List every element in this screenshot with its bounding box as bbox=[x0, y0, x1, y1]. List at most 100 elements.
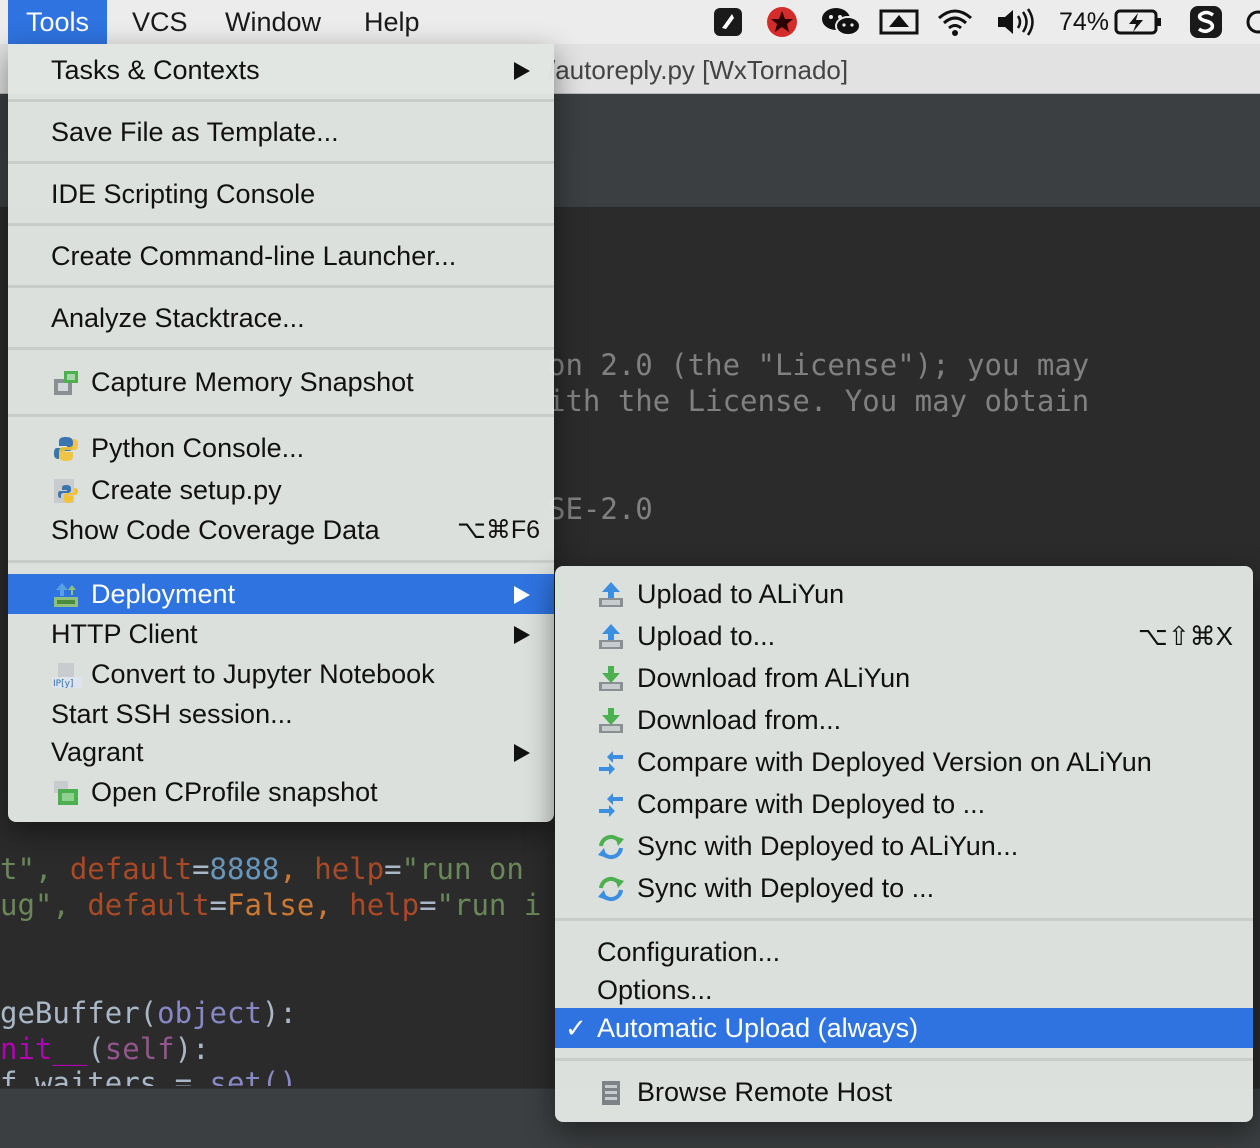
overflow-status-icon[interactable] bbox=[1244, 0, 1260, 44]
code-line: f.waiters = set() bbox=[0, 1068, 297, 1086]
menu-item-configuration[interactable]: Configuration... bbox=[555, 932, 1253, 972]
menu-window[interactable]: Window bbox=[207, 0, 339, 44]
compare-arrows-icon bbox=[597, 790, 625, 818]
menu-item-label: Browse Remote Host bbox=[637, 1077, 893, 1107]
menu-item-options[interactable]: Options... bbox=[555, 970, 1253, 1010]
code-token: "run i bbox=[436, 888, 542, 922]
deployment-submenu: Upload to ALiYun Upload to... ⌥⇧⌘X Downl… bbox=[555, 566, 1253, 1122]
wifi-icon[interactable] bbox=[934, 0, 976, 44]
compare-arrows-icon bbox=[597, 748, 625, 776]
menu-item-label: Tasks & Contexts bbox=[51, 55, 260, 85]
window-title: /autoreply.py [WxTornado] bbox=[548, 55, 849, 85]
menu-item-start-ssh-session[interactable]: Start SSH session... bbox=[8, 694, 554, 734]
airplay-icon[interactable] bbox=[878, 0, 920, 44]
menu-tools[interactable]: Tools bbox=[8, 0, 108, 44]
code-token: = bbox=[384, 852, 402, 886]
menu-item-label: Show Code Coverage Data bbox=[51, 515, 380, 545]
code-token: 8888 bbox=[209, 852, 280, 886]
menu-item-label: Upload to... bbox=[637, 621, 776, 651]
code-token: , bbox=[314, 888, 350, 922]
menu-item-open-cprofile-snapshot[interactable]: Open CProfile snapshot bbox=[8, 772, 554, 812]
menu-item-save-file-as-template[interactable]: Save File as Template... bbox=[8, 112, 554, 152]
code-token: default bbox=[87, 888, 210, 922]
menu-item-label: Analyze Stacktrace... bbox=[51, 303, 305, 333]
memory-snapshot-icon bbox=[52, 368, 80, 396]
battery-charging-icon[interactable] bbox=[1112, 0, 1164, 44]
menu-item-download-from[interactable]: Download from... bbox=[555, 700, 1253, 740]
menu-item-upload-to[interactable]: Upload to... ⌥⇧⌘X bbox=[555, 616, 1253, 656]
red-star-icon[interactable] bbox=[764, 0, 800, 44]
evernote-icon[interactable] bbox=[710, 0, 746, 44]
wechat-icon[interactable] bbox=[818, 0, 864, 44]
menu-item-sync-with-deployed-to[interactable]: Sync with Deployed to ... bbox=[555, 868, 1253, 908]
menu-separator bbox=[8, 99, 554, 102]
code-token: help bbox=[349, 888, 420, 922]
code-line: ug", default=False, help="run i bbox=[0, 888, 541, 922]
cprofile-icon bbox=[52, 778, 80, 806]
menu-item-create-command-line-launcher[interactable]: Create Command-line Launcher... bbox=[8, 236, 554, 276]
code-token: ): bbox=[174, 1032, 210, 1066]
menu-item-label: HTTP Client bbox=[51, 619, 198, 649]
code-comment-line: SE-2.0 bbox=[548, 492, 653, 526]
menu-item-label: Download from... bbox=[637, 705, 842, 735]
menu-item-label: Configuration... bbox=[597, 937, 781, 967]
sogou-input-icon[interactable] bbox=[1186, 0, 1226, 44]
menu-item-label: Python Console... bbox=[91, 433, 305, 463]
menu-item-tasks-contexts[interactable]: Tasks & Contexts bbox=[8, 50, 554, 90]
menu-vcs[interactable]: VCS bbox=[114, 0, 206, 44]
tools-dropdown-menu: Tasks & Contexts Save File as Template..… bbox=[8, 44, 554, 822]
menu-item-ide-scripting-console[interactable]: IDE Scripting Console bbox=[8, 174, 554, 214]
code-token: geBuffer( bbox=[0, 996, 158, 1030]
menu-bar: Tools VCS Window Help 74% bbox=[0, 0, 1260, 44]
menu-separator bbox=[8, 285, 554, 288]
menu-item-vagrant[interactable]: Vagrant bbox=[8, 732, 554, 772]
menu-separator bbox=[8, 223, 554, 226]
jupyter-ipython-icon: IP[y] bbox=[52, 660, 82, 689]
menu-item-deployment[interactable]: Deployment bbox=[8, 574, 554, 614]
menu-item-label: Start SSH session... bbox=[51, 699, 293, 729]
menu-item-browse-remote-host[interactable]: Browse Remote Host bbox=[555, 1072, 1253, 1112]
menu-item-label: Sync with Deployed to ... bbox=[637, 873, 935, 903]
menu-item-upload-to-aliyun[interactable]: Upload to ALiYun bbox=[555, 574, 1253, 614]
menu-item-convert-to-jupyter-notebook[interactable]: IP[y] Convert to Jupyter Notebook bbox=[8, 654, 554, 694]
download-icon bbox=[597, 706, 625, 734]
menu-item-label: Compare with Deployed Version on ALiYun bbox=[637, 747, 1152, 777]
volume-icon[interactable] bbox=[994, 0, 1038, 44]
submenu-arrow-icon bbox=[514, 586, 530, 604]
menu-help[interactable]: Help bbox=[346, 0, 438, 44]
menu-item-capture-memory-snapshot[interactable]: Capture Memory Snapshot bbox=[8, 362, 554, 402]
code-token: default bbox=[69, 852, 193, 886]
menu-separator bbox=[8, 347, 554, 350]
menu-separator bbox=[8, 414, 554, 417]
menu-item-label: IDE Scripting Console bbox=[51, 179, 316, 209]
code-token: set() bbox=[209, 1068, 297, 1086]
code-token: ug", bbox=[0, 888, 88, 922]
menu-item-label: Create Command-line Launcher... bbox=[51, 241, 457, 271]
download-icon bbox=[597, 664, 625, 692]
menu-item-sync-with-deployed-to-aliyun[interactable]: Sync with Deployed to ALiYun... bbox=[555, 826, 1253, 866]
sync-icon bbox=[597, 832, 625, 860]
menu-item-create-setup-py[interactable]: Create setup.py bbox=[8, 470, 554, 510]
svg-text:IP[y]: IP[y] bbox=[53, 679, 73, 689]
menu-item-label: Options... bbox=[597, 975, 713, 1005]
menu-item-compare-with-deployed-version-on-aliyun[interactable]: Compare with Deployed Version on ALiYun bbox=[555, 742, 1253, 782]
menu-item-python-console[interactable]: Python Console... bbox=[8, 428, 554, 468]
sync-icon bbox=[597, 874, 625, 902]
menu-item-show-code-coverage-data[interactable]: Show Code Coverage Data ⌥⌘F6 bbox=[8, 510, 554, 550]
menu-item-download-from-aliyun[interactable]: Download from ALiYun bbox=[555, 658, 1253, 698]
menu-item-analyze-stacktrace[interactable]: Analyze Stacktrace... bbox=[8, 298, 554, 338]
menu-item-compare-with-deployed-to[interactable]: Compare with Deployed to ... bbox=[555, 784, 1253, 824]
keyboard-shortcut: ⌥⌘F6 bbox=[457, 516, 540, 544]
code-comment-line: on 2.0 (the "License"); you may bbox=[548, 348, 1090, 382]
menu-separator bbox=[555, 1058, 1253, 1061]
code-token: = bbox=[192, 852, 210, 886]
menu-item-automatic-upload-always[interactable]: ✓ Automatic Upload (always) bbox=[555, 1008, 1253, 1048]
code-line: geBuffer(object): bbox=[0, 996, 297, 1030]
code-token: = bbox=[209, 888, 227, 922]
deployment-icon bbox=[52, 580, 80, 608]
code-token: object bbox=[157, 996, 262, 1030]
code-token: t", bbox=[0, 852, 70, 886]
menu-item-label: Compare with Deployed to ... bbox=[637, 789, 986, 819]
code-token: help bbox=[314, 852, 385, 886]
menu-item-http-client[interactable]: HTTP Client bbox=[8, 614, 554, 654]
